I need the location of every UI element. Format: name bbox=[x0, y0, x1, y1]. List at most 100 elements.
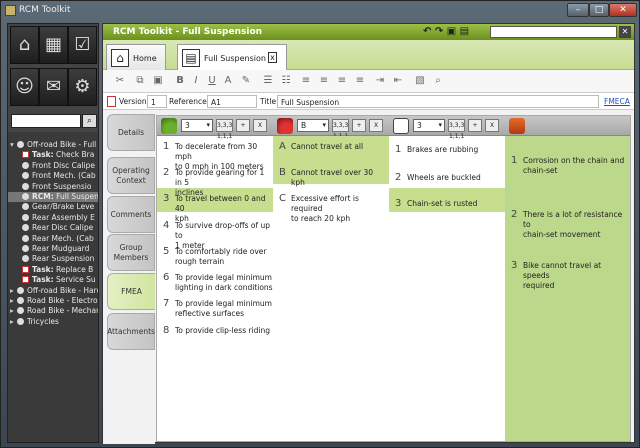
navigation-pane: ⌂ ▦ ☑ ☺ ✉ ⚙ ⌕ ▾ Off-road Bike - Full S Tas… bbox=[7, 23, 99, 443]
gear-icon bbox=[22, 224, 29, 232]
tree-item[interactable]: Front Mech. (Cab bbox=[8, 171, 98, 181]
item-text: Brakes are rubbing bbox=[407, 145, 479, 154]
expand-arrow-icon[interactable]: ▸ bbox=[10, 306, 17, 316]
item-number: 5 bbox=[163, 246, 170, 257]
tree-item[interactable]: Task: Check Bra bbox=[8, 150, 98, 160]
image-icon[interactable]: ▧ bbox=[413, 74, 427, 88]
item-number: 2 bbox=[395, 172, 402, 183]
indent-icon[interactable]: ⇥ bbox=[373, 74, 387, 88]
close-tab-button[interactable]: x bbox=[268, 52, 277, 63]
item-text: To travel between 0 and 40 kph bbox=[175, 194, 266, 223]
collapse-arrow-icon[interactable]: ▾ bbox=[10, 140, 17, 150]
side-tab-details[interactable]: Details bbox=[107, 114, 155, 151]
item-number: 4 bbox=[163, 220, 170, 231]
tree-item[interactable]: Rear Assembly E bbox=[8, 213, 98, 223]
gear-icon bbox=[22, 245, 29, 252]
reference-field[interactable]: A1 bbox=[207, 95, 257, 108]
tab-bar: ⌂ Home ▤ Full Suspension x bbox=[103, 40, 634, 70]
font-icon[interactable]: A bbox=[221, 74, 235, 88]
users-icon[interactable]: ☺ bbox=[10, 68, 39, 106]
failures-select[interactable]: B bbox=[297, 119, 329, 132]
side-tab-operating-context[interactable]: Operating Context bbox=[107, 157, 155, 194]
expand-arrow-icon[interactable]: ▸ bbox=[10, 317, 17, 327]
rcm-icon bbox=[22, 193, 29, 200]
side-tab-fmea[interactable]: FMEA bbox=[107, 273, 155, 310]
tree-item[interactable]: ▸ Road Bike - Electron bbox=[8, 296, 98, 306]
tree-item[interactable]: ▾ Off-road Bike - Full S bbox=[8, 140, 98, 150]
highlight-icon[interactable]: ✎ bbox=[239, 74, 253, 88]
tree-item[interactable]: Rear Mech. (Cab bbox=[8, 234, 98, 244]
expand-arrow-icon[interactable]: ▸ bbox=[10, 286, 17, 296]
tree-item[interactable]: ▸ Off-road Bike - Hardt bbox=[8, 286, 98, 296]
add-mode-button[interactable]: + bbox=[468, 119, 482, 132]
tree-item[interactable]: Rear Disc Calipe bbox=[8, 223, 98, 233]
fmeca-link[interactable]: FMECA bbox=[604, 97, 630, 106]
title-field[interactable]: Full Suspension bbox=[277, 95, 599, 108]
tree-item[interactable]: Gear/Brake Leve bbox=[8, 202, 98, 212]
settings-icon[interactable]: ⚙ bbox=[68, 68, 97, 106]
item-number: 1 bbox=[395, 144, 402, 155]
tree-item[interactable]: ▸ Tricycles bbox=[8, 317, 98, 327]
modes-number-button[interactable]: 3,3,3 1,1,1 bbox=[448, 119, 465, 140]
item-text: There is a lot of resistance to chain-set… bbox=[523, 210, 623, 239]
failures-number-button[interactable]: 3,3,3 1,1,1 bbox=[332, 119, 349, 140]
add-failure-button[interactable]: + bbox=[352, 119, 366, 132]
align-center-icon[interactable]: ≡ bbox=[317, 74, 331, 88]
item-text: Excessive effort is required to reach 20 … bbox=[291, 194, 359, 223]
justify-icon[interactable]: ≡ bbox=[353, 74, 367, 88]
binoculars-icon[interactable]: ⌕ bbox=[82, 114, 97, 128]
hierarchy-icon[interactable]: ▦ bbox=[39, 26, 68, 64]
tree-item[interactable]: Front Suspensio bbox=[8, 182, 98, 192]
bullet-list-icon[interactable]: ☰ bbox=[261, 74, 275, 88]
minimize-button[interactable]: – bbox=[567, 3, 589, 17]
paste-icon[interactable]: ▣ bbox=[151, 74, 165, 88]
item-text: To provide legal minimum reflective surfa… bbox=[175, 299, 272, 318]
comments-icon[interactable]: ✉ bbox=[39, 68, 68, 106]
functions-column: 3 3,3,3 1,1,1 + X 1To decelerate from 30… bbox=[157, 116, 273, 441]
tree-item[interactable]: Rear Suspension bbox=[8, 254, 98, 264]
functions-number-button[interactable]: 3,3,3 1,1,1 bbox=[216, 119, 233, 140]
tree-item[interactable]: Task: Service Su bbox=[8, 275, 98, 285]
checklist-icon[interactable]: ☑ bbox=[68, 26, 97, 64]
home-icon[interactable]: ⌂ bbox=[10, 26, 39, 64]
side-tab-group-members[interactable]: Group Members bbox=[107, 234, 155, 271]
italic-icon[interactable]: I bbox=[189, 74, 203, 88]
bold-icon[interactable]: B bbox=[173, 74, 187, 88]
maximize-button[interactable]: □ bbox=[589, 3, 609, 17]
undo-redo-save-icons[interactable]: ↶ ↷ ▣ ▤ bbox=[423, 26, 469, 37]
gear-icon bbox=[17, 286, 24, 294]
reference-label: Reference bbox=[169, 97, 207, 106]
remove-function-button[interactable]: X bbox=[253, 119, 267, 132]
align-right-icon[interactable]: ≡ bbox=[335, 74, 349, 88]
main-search-input[interactable] bbox=[490, 26, 617, 38]
tree-item[interactable]: Front Disc Calipe bbox=[8, 161, 98, 171]
side-tab-attachments[interactable]: Attachments bbox=[107, 313, 155, 350]
remove-mode-button[interactable]: X bbox=[485, 119, 499, 132]
remove-failure-button[interactable]: X bbox=[369, 119, 383, 132]
tree-item[interactable]: Rear Mudguard bbox=[8, 244, 98, 254]
tab-full-suspension[interactable]: ▤ Full Suspension x bbox=[177, 44, 287, 70]
side-tab-comments[interactable]: Comments bbox=[107, 196, 155, 233]
expand-arrow-icon[interactable]: ▸ bbox=[10, 296, 17, 306]
close-panel-icon[interactable]: ✕ bbox=[619, 26, 631, 38]
close-window-button[interactable]: ✕ bbox=[609, 3, 637, 17]
tab-home[interactable]: ⌂ Home bbox=[106, 44, 166, 70]
numbered-list-icon[interactable]: ☷ bbox=[279, 74, 293, 88]
outdent-icon[interactable]: ⇤ bbox=[391, 74, 405, 88]
pdf-icon[interactable] bbox=[107, 96, 116, 107]
tree-search-input[interactable] bbox=[11, 114, 81, 128]
cut-icon[interactable]: ✂ bbox=[113, 74, 127, 88]
gear-icon bbox=[17, 297, 24, 304]
align-left-icon[interactable]: ≡ bbox=[299, 74, 313, 88]
copy-icon[interactable]: ⧉ bbox=[133, 74, 147, 88]
tree-item[interactable]: Task: Replace B bbox=[8, 265, 98, 275]
task-icon bbox=[22, 151, 29, 159]
find-icon[interactable]: ⌕ bbox=[431, 74, 445, 88]
add-function-button[interactable]: + bbox=[236, 119, 250, 132]
tree-item[interactable]: ▸ Road Bike - Mechan bbox=[8, 306, 98, 316]
version-field[interactable]: 1 bbox=[147, 95, 167, 108]
functions-select[interactable]: 3 bbox=[181, 119, 213, 132]
modes-select[interactable]: 3 bbox=[413, 119, 445, 132]
tree-item[interactable]: RCM: Full Suspen bbox=[8, 192, 98, 202]
underline-icon[interactable]: U bbox=[205, 74, 219, 88]
